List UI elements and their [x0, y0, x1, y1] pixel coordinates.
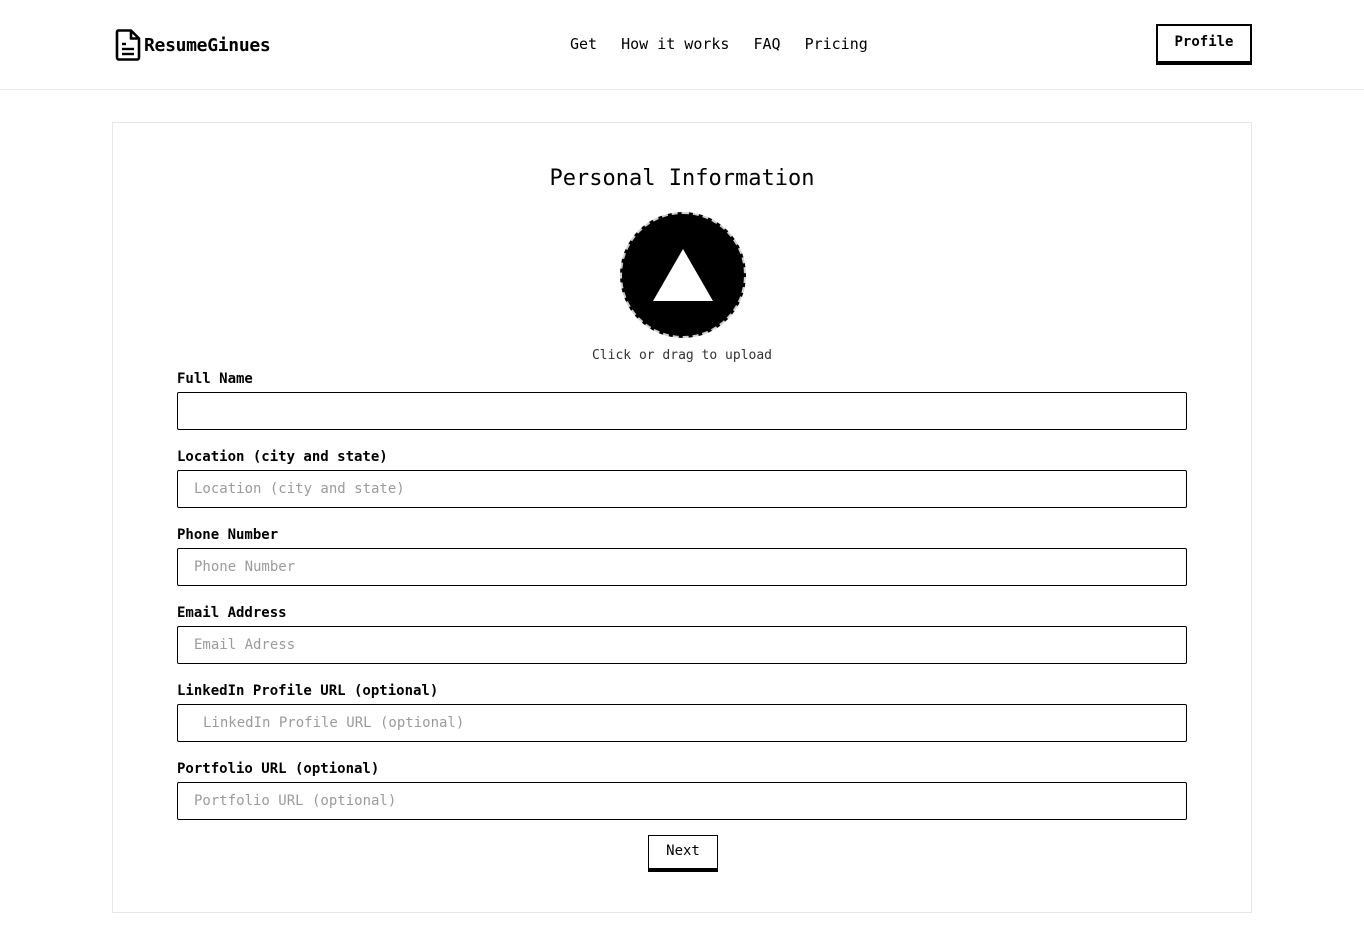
main-nav: Get How it works FAQ Pricing	[570, 35, 892, 53]
nav-link-get[interactable]: Get	[570, 35, 597, 53]
page-title: Personal Information	[549, 166, 815, 191]
next-button[interactable]: Next	[648, 835, 718, 872]
profile-button[interactable]: Profile	[1156, 24, 1252, 65]
portfolio-input[interactable]	[177, 782, 1187, 820]
location-input[interactable]	[177, 470, 1187, 508]
site-header: ResumeGinues Get How it works FAQ Pricin…	[0, 0, 1364, 90]
brand[interactable]: ResumeGinues	[115, 29, 271, 61]
linkedin-label: LinkedIn Profile URL (optional)	[177, 683, 439, 699]
location-label: Location (city and state)	[177, 449, 388, 465]
document-icon	[115, 29, 141, 61]
nav-link-faq[interactable]: FAQ	[753, 35, 780, 53]
linkedin-input[interactable]	[177, 704, 1187, 742]
email-label: Email Address	[177, 605, 287, 621]
phone-label: Phone Number	[177, 527, 279, 543]
brand-name: ResumeGinues	[144, 34, 271, 56]
portfolio-label: Portfolio URL (optional)	[177, 761, 380, 777]
full-name-input[interactable]	[177, 392, 1187, 430]
nav-link-pricing[interactable]: Pricing	[805, 35, 868, 53]
personal-info-card: Personal Information Click or drag to up…	[112, 122, 1252, 913]
nav-link-how-it-works[interactable]: How it works	[621, 35, 729, 53]
triangle-up-icon	[653, 249, 713, 301]
photo-upload[interactable]	[620, 212, 746, 338]
email-input[interactable]	[177, 626, 1187, 664]
full-name-label: Full Name	[177, 371, 253, 387]
phone-input[interactable]	[177, 548, 1187, 586]
upload-caption: Click or drag to upload	[591, 348, 772, 363]
